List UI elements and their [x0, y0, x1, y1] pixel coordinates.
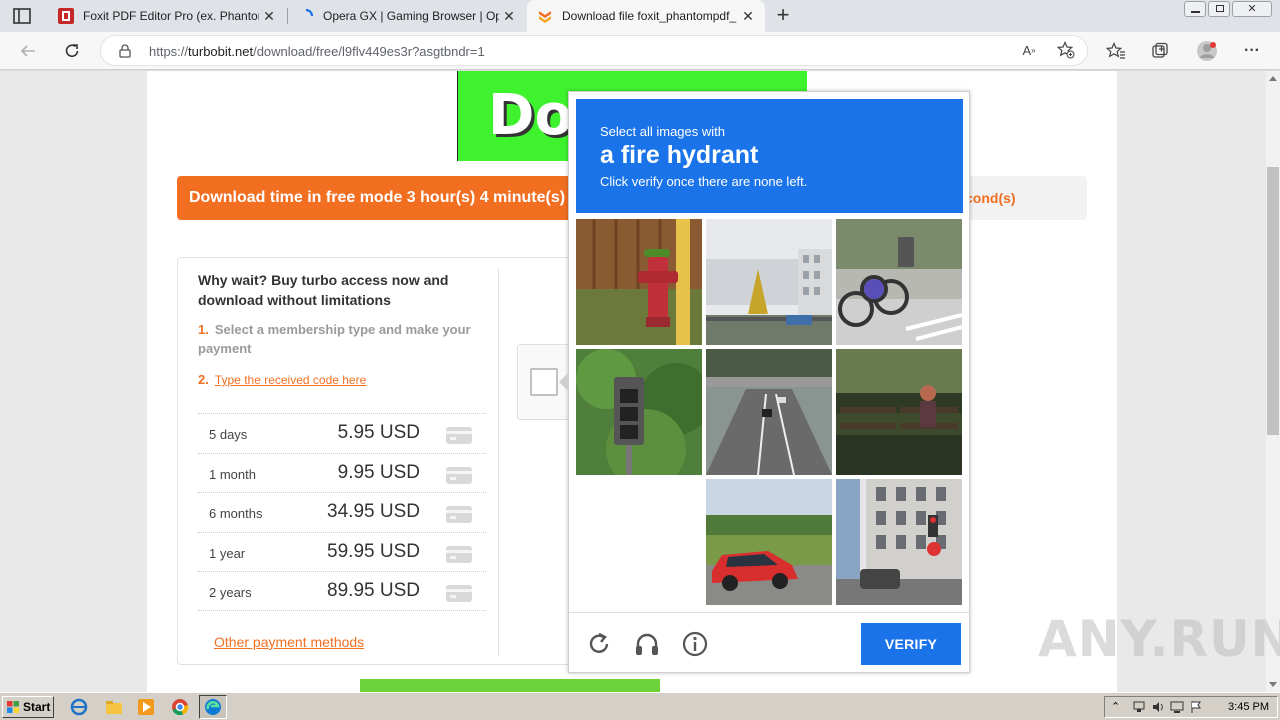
credit-card-icon[interactable]	[446, 466, 472, 484]
internet-explorer-icon[interactable]	[70, 698, 88, 716]
taskbar-edge-button[interactable]	[199, 695, 227, 719]
refresh-icon[interactable]	[585, 630, 613, 658]
minimize-window-button[interactable]	[1184, 1, 1206, 17]
captcha-tile-fire-hydrant[interactable]	[576, 219, 702, 345]
favorites-icon[interactable]	[1106, 41, 1126, 61]
step-select-membership: 1. Select a membership type and make your…	[198, 322, 471, 356]
display-icon[interactable]	[1170, 700, 1184, 714]
chrome-icon[interactable]	[171, 698, 189, 716]
new-tab-button[interactable]: +	[772, 4, 794, 28]
captcha-instruction: Select all images with	[600, 124, 725, 139]
collections-icon[interactable]	[1150, 41, 1170, 61]
tab-title: Opera GX | Gaming Browser | Op	[323, 9, 499, 23]
media-player-icon[interactable]	[137, 698, 155, 716]
captcha-hint: Click verify once there are none left.	[600, 174, 808, 189]
edge-icon	[205, 699, 221, 715]
price-row-5-days[interactable]: 5 days 5.95 USD	[198, 413, 486, 453]
captcha-image-grid	[576, 219, 963, 606]
taskbar-clock[interactable]: 3:45 PM	[1228, 701, 1269, 713]
turbobit-favicon-icon	[539, 11, 551, 23]
lock-icon[interactable]	[119, 44, 131, 58]
banner-text: Do	[488, 83, 573, 148]
captcha-target: a fire hydrant	[600, 141, 759, 169]
price-row-1-month[interactable]: 1 month 9.95 USD	[198, 452, 486, 493]
captcha-tile-empty[interactable]	[576, 479, 702, 605]
close-tab-icon[interactable]: ✕	[262, 9, 276, 23]
captcha-checkbox[interactable]	[530, 368, 558, 396]
credit-card-icon[interactable]	[446, 427, 472, 444]
info-icon[interactable]	[681, 630, 709, 658]
tab-download[interactable]: Download file foxit_phantompdf_ ✕	[527, 0, 765, 32]
add-favorite-icon[interactable]	[1056, 40, 1076, 60]
captcha-prompt: Select all images with a fire hydrant Cl…	[576, 99, 963, 213]
loading-spinner-icon	[305, 8, 314, 17]
captcha-pointer	[559, 372, 569, 392]
windows-taskbar: Start ⌃ 3:45 PM	[0, 692, 1280, 720]
arrow-left-icon	[20, 45, 35, 57]
show-hidden-icons-icon[interactable]: ⌃	[1111, 700, 1125, 714]
captcha-footer: VERIFY	[569, 612, 969, 673]
captcha-tile-traffic-light[interactable]	[576, 349, 702, 475]
address-bar[interactable]: https://turbobit.net/download/free/l9flv…	[100, 35, 1088, 66]
enter-code-link[interactable]: Type the received code here	[215, 373, 366, 387]
scrollbar-thumb[interactable]	[1267, 167, 1279, 435]
captcha-tile-bicycles[interactable]	[836, 219, 962, 345]
tab-actions-icon[interactable]	[12, 7, 32, 25]
network-icon[interactable]	[1132, 700, 1146, 714]
scroll-down-arrow-icon[interactable]	[1269, 682, 1277, 687]
file-explorer-icon[interactable]	[105, 698, 123, 716]
other-payment-link[interactable]: Other payment methods	[214, 634, 364, 650]
restore-window-button[interactable]	[1208, 1, 1230, 17]
page-scrollbar[interactable]	[1266, 71, 1280, 692]
settings-more-icon[interactable]: ···	[1242, 41, 1262, 61]
start-button[interactable]: Start	[2, 696, 54, 718]
foxit-favicon-icon	[58, 8, 74, 24]
captcha-challenge: Select all images with a fire hydrant Cl…	[559, 91, 970, 673]
anyrun-watermark: ANY.RUN	[1038, 610, 1280, 668]
back-button[interactable]	[15, 38, 41, 64]
windows-logo-icon	[7, 701, 19, 713]
captcha-tile-street[interactable]	[836, 479, 962, 605]
volume-icon[interactable]	[1151, 700, 1165, 714]
user-icon	[1197, 41, 1217, 61]
panel-divider	[498, 268, 499, 656]
close-tab-icon[interactable]: ✕	[741, 9, 755, 23]
step-enter-code: 2. Type the received code here	[198, 372, 367, 387]
captcha-tile-highway[interactable]	[706, 349, 832, 475]
reload-icon	[65, 44, 79, 57]
verify-button[interactable]: VERIFY	[861, 623, 961, 665]
turbo-access-panel: Why wait? Buy turbo access now and downl…	[177, 257, 577, 665]
start-label: Start	[23, 700, 51, 714]
tab-foxit[interactable]: Foxit PDF Editor Pro (ex. Phantom ✕	[48, 0, 286, 32]
tab-opera[interactable]: Opera GX | Gaming Browser | Op ✕	[288, 0, 526, 32]
profile-avatar[interactable]	[1196, 40, 1218, 62]
read-aloud-icon[interactable]: A»	[1019, 40, 1039, 60]
credit-card-icon[interactable]	[446, 545, 472, 563]
close-window-button[interactable]: ✕	[1232, 1, 1272, 17]
captcha-tile-bench[interactable]	[836, 349, 962, 475]
credit-card-icon[interactable]	[446, 506, 472, 524]
url-text: https://turbobit.net/download/free/l9flv…	[149, 44, 485, 59]
tab-strip: Foxit PDF Editor Pro (ex. Phantom ✕ Oper…	[0, 0, 1280, 32]
price-list: 5 days 5.95 USD 1 month 9.95 USD 6 month…	[198, 413, 486, 611]
price-row-6-months[interactable]: 6 months 34.95 USD	[198, 492, 486, 532]
time-notice: Download time in free mode 3 hour(s) 4 m…	[177, 176, 577, 220]
action-center-flag-icon[interactable]	[1189, 700, 1203, 714]
price-row-1-year[interactable]: 1 year 59.95 USD	[198, 531, 486, 572]
headphones-icon[interactable]	[633, 630, 661, 658]
tab-title: Foxit PDF Editor Pro (ex. Phantom	[83, 9, 259, 23]
reload-button[interactable]	[59, 38, 85, 64]
scroll-up-arrow-icon[interactable]	[1269, 76, 1277, 81]
tab-title: Download file foxit_phantompdf_	[562, 9, 737, 23]
close-tab-icon[interactable]: ✕	[502, 9, 516, 23]
browser-toolbar: https://turbobit.net/download/free/l9flv…	[0, 32, 1280, 70]
price-row-2-years[interactable]: 2 years 89.95 USD	[198, 571, 486, 611]
download-button-partial[interactable]	[360, 679, 660, 692]
captcha-tile-red-car[interactable]	[706, 479, 832, 605]
time-remaining-text: cond(s)	[965, 190, 1016, 206]
system-tray: ⌃ 3:45 PM	[1104, 696, 1278, 718]
credit-card-icon[interactable]	[446, 585, 472, 603]
panel-heading: Why wait? Buy turbo access now and downl…	[198, 272, 449, 308]
captcha-tile-building[interactable]	[706, 219, 832, 345]
